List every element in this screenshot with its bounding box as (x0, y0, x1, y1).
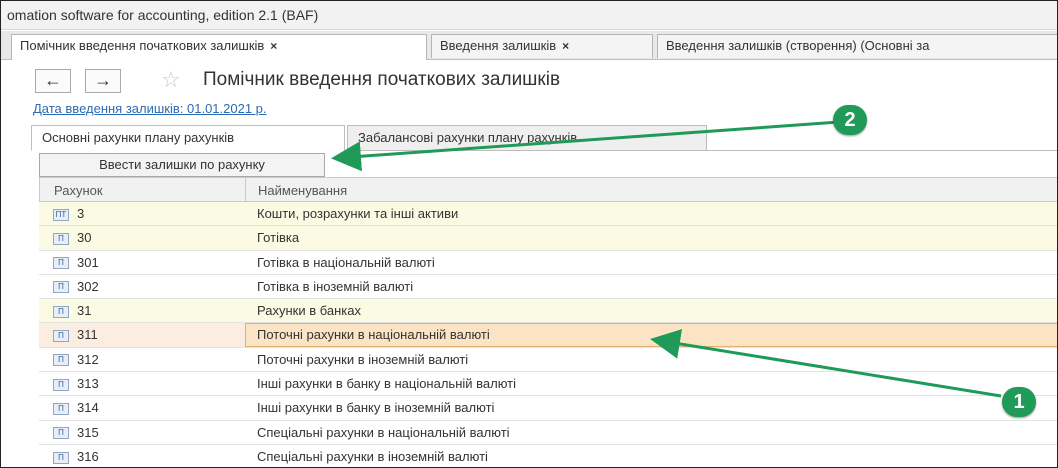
app-window: omation software for accounting, edition… (0, 0, 1058, 468)
annotation-badge-2: 2 (833, 105, 867, 135)
arrow-to-row (650, 329, 1002, 398)
annotation-arrows (331, 120, 1002, 398)
annotation-badge-1: 1 (1002, 387, 1036, 417)
arrow-to-button (331, 120, 840, 172)
